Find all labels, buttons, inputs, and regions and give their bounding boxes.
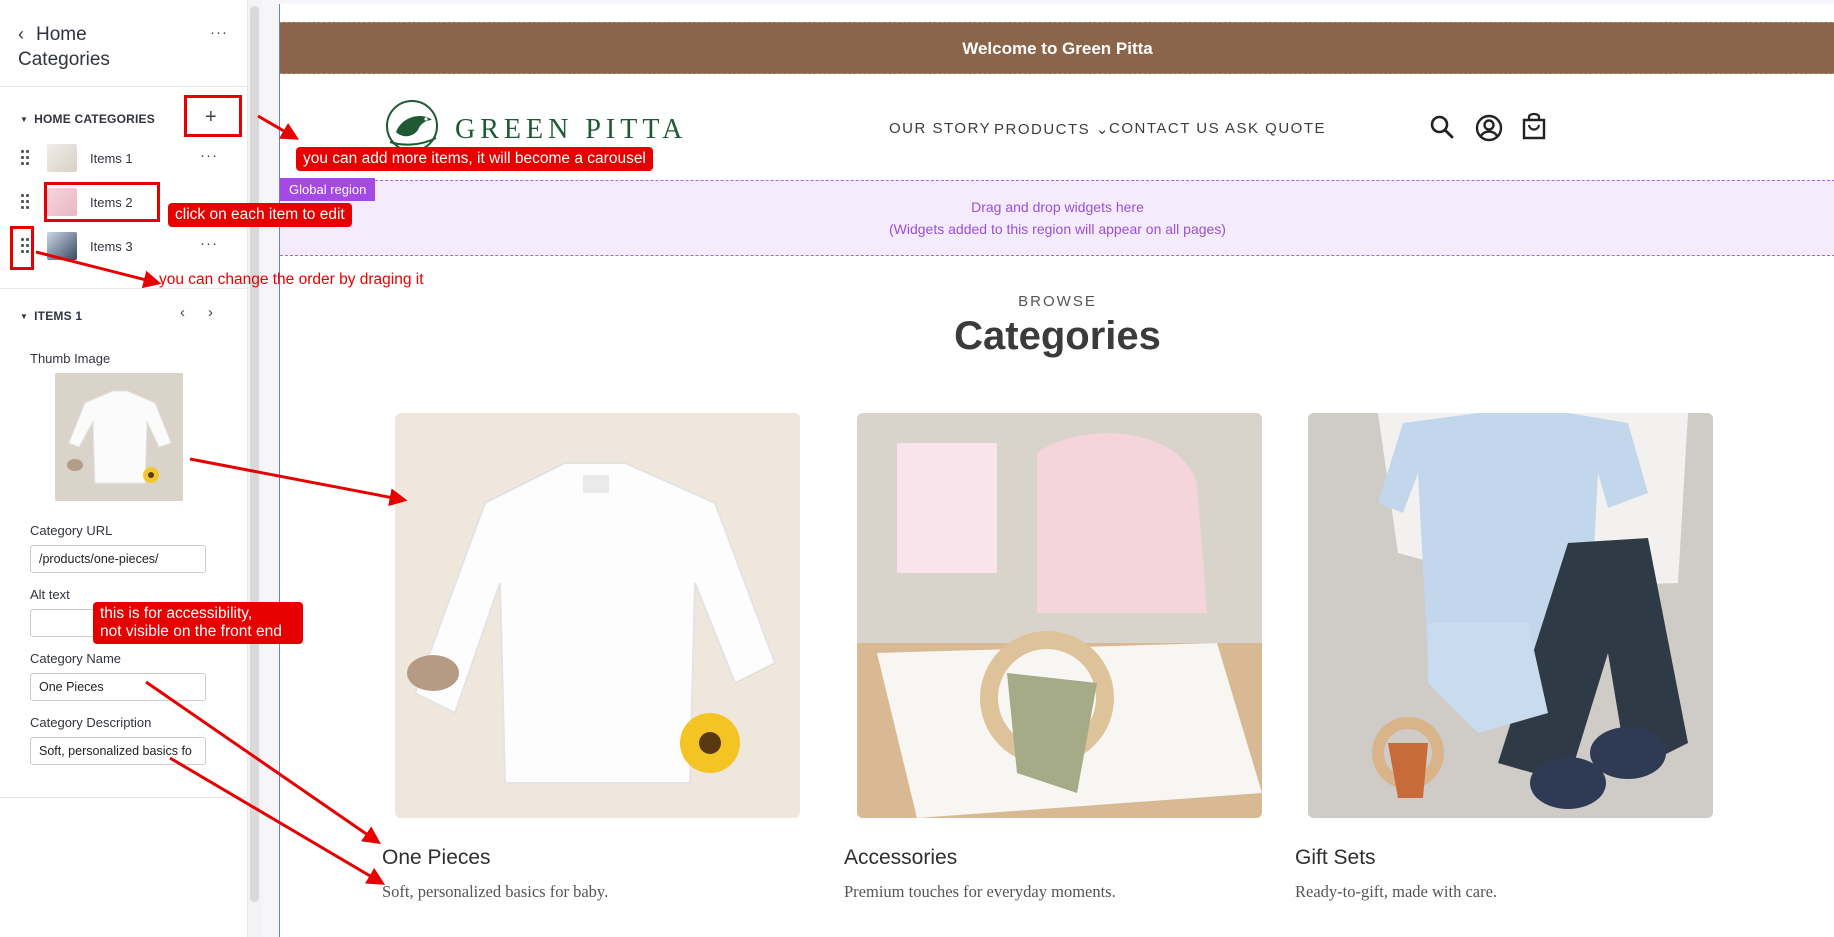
category-name-input[interactable]: One Pieces	[30, 673, 206, 701]
more-options-icon[interactable]: ···	[210, 24, 228, 41]
nav-products-label: PRODUCTS	[994, 121, 1091, 138]
category-url-label: Category URL	[30, 523, 113, 538]
editor-sidebar: ‹ Home Categories ··· ▼ HOME CATEGORIES + …	[0, 0, 248, 937]
back-button[interactable]: ‹ Home Categories	[18, 22, 110, 72]
category-card-name[interactable]: Accessories	[844, 846, 957, 870]
cart-icon[interactable]	[1521, 111, 1547, 141]
prev-item-button[interactable]: ‹	[180, 304, 185, 321]
category-url-input[interactable]: /products/one-pieces/	[30, 545, 206, 573]
search-icon[interactable]	[1429, 114, 1455, 140]
sidebar-scrollbar[interactable]	[250, 6, 259, 902]
welcome-banner[interactable]: Welcome to Green Pitta	[280, 22, 1834, 74]
category-card-name[interactable]: One Pieces	[382, 846, 491, 870]
logo-text[interactable]: GREEN PITTA	[455, 114, 687, 146]
chevron-left-icon: ‹	[18, 24, 24, 44]
divider	[0, 797, 248, 798]
back-label-2: Categories	[18, 49, 110, 70]
category-description-label: Category Description	[30, 715, 152, 730]
item-thumbnail	[47, 144, 77, 172]
global-region[interactable]: Global region Drag and drop widgets here…	[280, 178, 1834, 256]
annotation-box-drag	[10, 226, 34, 270]
top-strip	[280, 4, 1834, 22]
category-card-name[interactable]: Gift Sets	[1295, 846, 1376, 870]
drop-hint-line-2: (Widgets added to this region will appea…	[889, 221, 1226, 237]
category-card-description: Ready-to-gift, made with care.	[1295, 882, 1498, 901]
account-icon[interactable]	[1475, 114, 1503, 142]
annotation-box-add	[184, 95, 242, 137]
section-title: ITEMS 1	[34, 309, 83, 323]
back-label: Home	[36, 24, 87, 45]
logo-bird-icon[interactable]	[382, 98, 444, 154]
annotation-accessibility-line-2: not visible on the front end	[100, 623, 282, 640]
item-thumbnail	[47, 232, 77, 260]
annotation-change-order: you can change the order by draging it	[159, 271, 424, 288]
caret-down-icon: ▼	[20, 115, 29, 124]
annotation-click-edit: click on each item to edit	[168, 203, 352, 227]
thumb-image-preview[interactable]	[55, 373, 183, 501]
thumb-image-label: Thumb Image	[30, 351, 111, 366]
next-item-button[interactable]: ›	[208, 304, 213, 321]
more-options-icon[interactable]: ···	[200, 235, 218, 252]
category-card-description: Premium touches for everyday moments.	[844, 882, 1116, 901]
nav-contact-us[interactable]: CONTACT US	[1109, 120, 1220, 137]
annotation-add-more: you can add more items, it will become a…	[296, 147, 653, 171]
divider	[0, 86, 248, 87]
list-item[interactable]: Items 1 ···	[0, 138, 248, 178]
caret-down-icon: ▼	[20, 312, 29, 321]
section-eyebrow: BROWSE	[1018, 293, 1097, 310]
global-region-tag: Global region	[280, 178, 376, 201]
nav-our-story[interactable]: OUR STORY	[889, 120, 991, 137]
drag-handle-icon[interactable]	[21, 150, 31, 166]
section-home-categories[interactable]: ▼ HOME CATEGORIES	[20, 112, 155, 126]
category-card-image[interactable]	[395, 413, 800, 818]
item-label: Items 3	[90, 239, 133, 254]
page-canvas: Welcome to Green Pitta GREEN PITTA OUR S…	[279, 4, 1834, 937]
item-label: Items 1	[90, 151, 133, 166]
chevron-down-icon: ⌄	[1095, 121, 1110, 138]
list-item[interactable]: Items 3 ···	[0, 226, 248, 266]
section-title: HOME CATEGORIES	[34, 112, 155, 126]
drop-hint-line-1: Drag and drop widgets here	[971, 199, 1144, 215]
category-description-input[interactable]: Soft, personalized basics fo	[30, 737, 206, 765]
category-card-image[interactable]	[857, 413, 1262, 818]
section-item-editor[interactable]: ▼ ITEMS 1	[20, 309, 82, 323]
nav-ask-quote[interactable]: ASK QUOTE	[1225, 120, 1326, 137]
annotation-box-item	[44, 182, 160, 222]
annotation-accessibility: this is for accessibility, not visible o…	[93, 602, 303, 644]
alt-text-label: Alt text	[30, 587, 70, 602]
category-card-image[interactable]	[1308, 413, 1713, 818]
more-options-icon[interactable]: ···	[200, 147, 218, 164]
nav-products[interactable]: PRODUCTS ⌄	[994, 120, 1110, 138]
category-card-description: Soft, personalized basics for baby.	[382, 882, 609, 901]
annotation-accessibility-line-1: this is for accessibility,	[100, 605, 253, 622]
category-name-label: Category Name	[30, 651, 122, 666]
section-title: Categories	[954, 314, 1161, 358]
drag-handle-icon[interactable]	[21, 194, 31, 210]
